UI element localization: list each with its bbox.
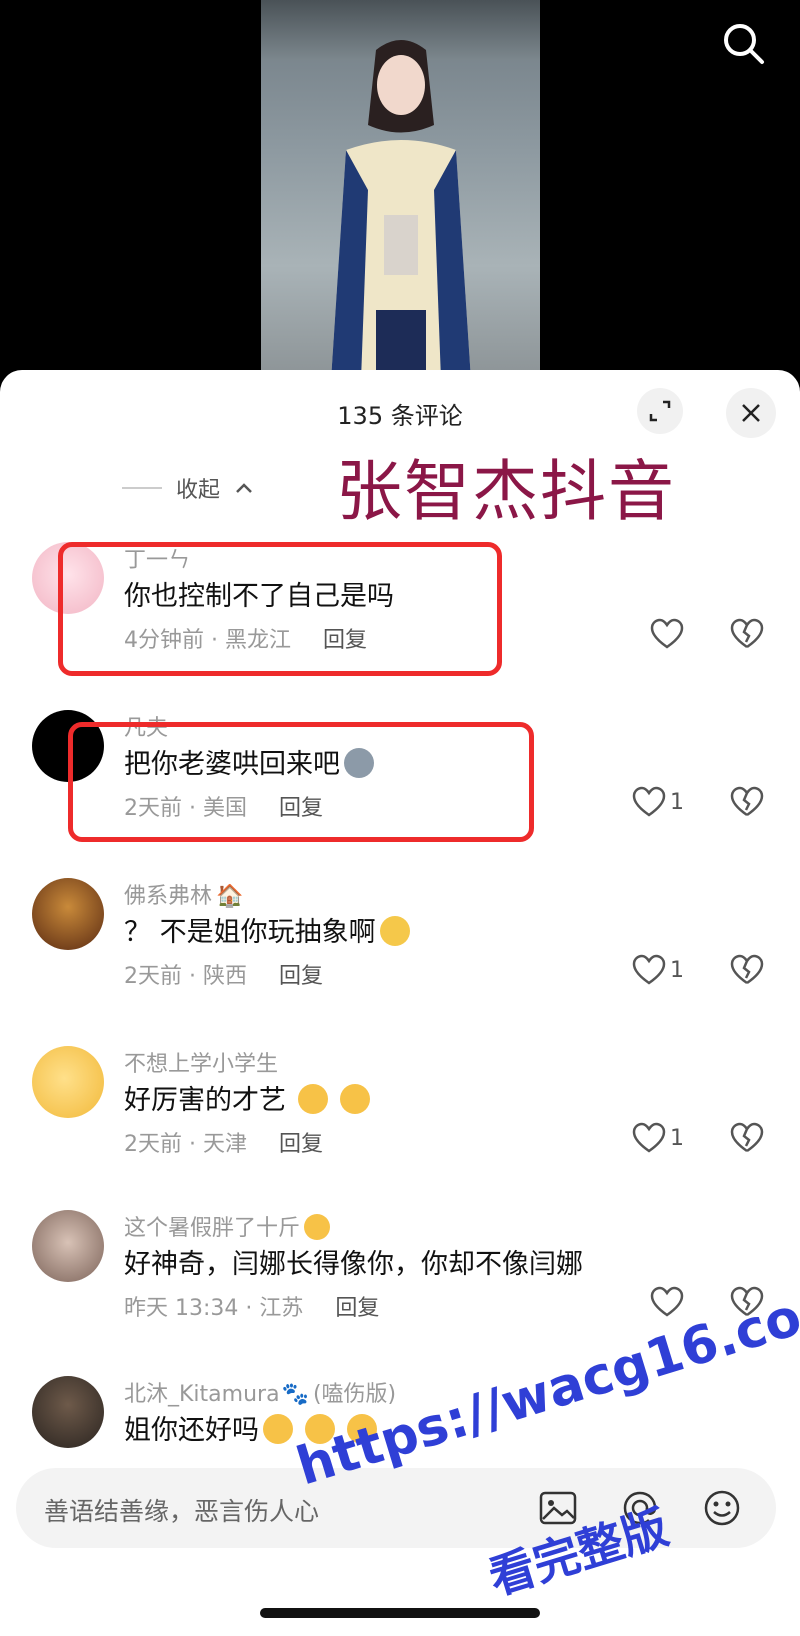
overlay-title: 张智杰抖音 [336,453,676,530]
like-count: 1 [670,957,684,983]
comment-time-location: 昨天 13:34 · 江苏 [124,1296,304,1321]
divider-line [122,487,162,489]
paw-icon: 🐾 [281,1382,309,1407]
like-button[interactable]: 1 [632,954,684,986]
collapse-replies-button[interactable]: 收起 [122,472,254,504]
reply-button[interactable]: 回复 [279,964,323,989]
heart-icon [632,1122,666,1153]
comment-text-content: 好厉害的才艺 [124,1085,286,1116]
avatar[interactable] [32,1376,104,1448]
username-text: 这个暑假胖了十斤 [124,1216,301,1241]
broken-heart-icon [730,618,764,649]
dislike-button[interactable] [730,618,764,654]
like-button[interactable]: 1 [632,786,684,818]
comment-text-content: 姐你还好吗 [124,1415,259,1446]
finger-heart-emoji-icon [298,1084,328,1114]
video-frame [261,0,540,380]
close-icon [742,404,760,422]
collapse-label: 收起 [176,478,221,503]
like-count: 1 [670,1125,684,1151]
comment-time-location: 2天前 · 陕西 [124,964,247,989]
pleading-face-emoji-icon [263,1414,293,1444]
comment-text-content: ？ 不是姐你玩抽象啊 [124,917,376,948]
avatar[interactable] [32,1210,104,1282]
dislike-button[interactable] [730,954,764,990]
reply-button[interactable]: 回复 [279,1132,323,1157]
house-emoji-icon: 🏠 [216,884,244,909]
like-button[interactable] [650,618,684,650]
comment-item: 佛系弗林 🏠 ？ 不是姐你玩抽象啊 2天前 · 陕西 回复 1 [0,878,800,1028]
home-indicator [260,1608,540,1618]
username-text: 北沐_Kitamura [124,1382,280,1407]
avatar[interactable] [32,1046,104,1118]
rolling-laughing-emoji-icon [379,916,410,946]
video-person-image [331,40,471,380]
video-player[interactable] [0,0,800,380]
heart-icon [632,954,666,985]
broken-heart-icon [730,954,764,985]
comment-input-placeholder: 善语结善缘，恶言伤人心 [44,1497,320,1526]
like-button[interactable]: 1 [632,1122,684,1154]
emoji-icon[interactable] [700,1486,744,1530]
comment-time-location: 2天前 · 天津 [124,1132,247,1157]
comment-meta: 昨天 13:34 · 江苏 回复 [124,1290,379,1322]
comment-username[interactable]: 这个暑假胖了十斤 [124,1210,331,1242]
comment-text: 好神奇，闫娜长得像你，你却不像闫娜 [124,1249,583,1280]
username-text: 佛系弗林 [124,884,213,909]
comment-item: 不想上学小学生 好厉害的才艺 2天前 · 天津 回复 1 [0,1046,800,1196]
comment-username[interactable]: 佛系弗林 🏠 [124,878,243,910]
search-icon[interactable] [718,18,770,70]
reply-button[interactable]: 回复 [335,1296,379,1321]
broken-heart-icon [730,1122,764,1153]
heart-icon [650,618,684,649]
comment-text: 好厉害的才艺 [124,1078,370,1117]
expand-button[interactable] [637,388,683,434]
comment-meta: 2天前 · 天津 回复 [124,1126,323,1158]
heart-icon [632,786,666,817]
finger-heart-emoji-icon [340,1084,370,1114]
highlight-box [58,542,502,676]
like-count: 1 [670,789,684,815]
comment-meta: 2天前 · 陕西 回复 [124,958,323,990]
comment-text: ？ 不是姐你玩抽象啊 [124,910,410,949]
highlight-box [68,722,534,842]
heart-icon [650,1286,684,1317]
username-suffix: (嗑伤版) [312,1382,397,1407]
comment-username[interactable]: 不想上学小学生 [124,1046,278,1078]
like-button[interactable] [650,1286,684,1318]
chevron-up-icon [236,483,252,493]
broken-heart-icon [730,786,764,817]
close-button[interactable] [726,388,776,438]
avatar[interactable] [32,878,104,950]
dislike-button[interactable] [730,1122,764,1158]
expand-icon [649,400,671,422]
comment-username[interactable]: 北沐_Kitamura🐾 (嗑伤版) [124,1376,396,1408]
dislike-button[interactable] [730,786,764,822]
tongue-out-emoji-icon [304,1214,331,1240]
